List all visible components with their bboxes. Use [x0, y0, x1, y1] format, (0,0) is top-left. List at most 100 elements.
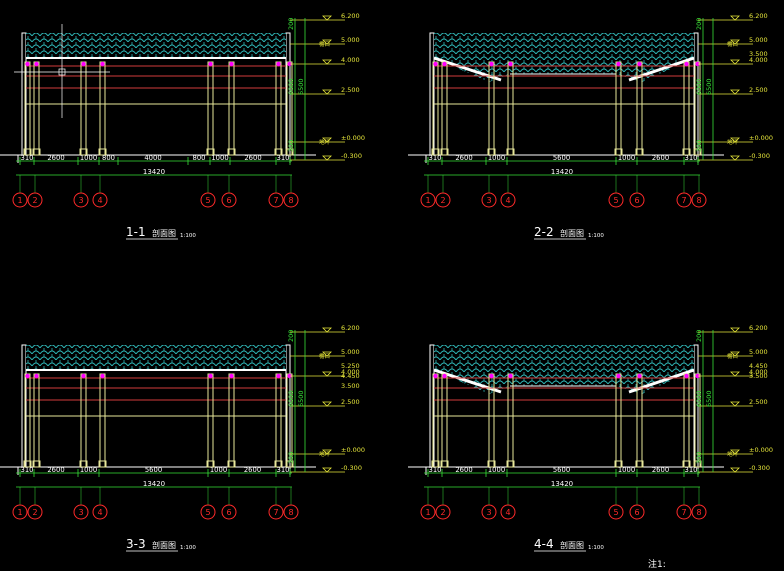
dim-label: 800	[193, 154, 206, 162]
grid-label: 6	[634, 508, 639, 517]
grid-label: 1	[17, 196, 22, 205]
section-title-number: 1-1	[126, 225, 146, 239]
level-label: ±0.000	[341, 134, 365, 142]
dim-label: 310	[21, 154, 34, 162]
total-dim-label: 13420	[143, 168, 165, 176]
level-triangle-icon	[730, 89, 740, 95]
vertical-dim-label: 6500	[297, 390, 305, 407]
section-title-number: 4-4	[534, 537, 554, 551]
dim-label: 2600	[455, 154, 472, 162]
dim-label: 1000	[80, 154, 97, 162]
vertical-dim-label: 200	[695, 18, 703, 30]
grid-label: 3	[486, 196, 491, 205]
level-note-eave: 檐口	[727, 40, 738, 48]
section-title-scale: 1:100	[180, 545, 196, 551]
vertical-dim-label: 200	[287, 18, 295, 30]
section-title-scale: 1:100	[588, 233, 604, 239]
section-title: 4-4 剖面图 1:100	[534, 537, 604, 552]
level-note-eave: 檐口	[319, 40, 330, 48]
column-joint	[508, 61, 513, 67]
grid-label: 3	[78, 196, 83, 205]
vertical-dim-label: 6000	[287, 78, 295, 95]
level-label: 6.200	[749, 12, 768, 20]
column-joint	[229, 373, 234, 379]
level-triangle-icon	[730, 467, 740, 473]
level-triangle-icon	[730, 59, 740, 65]
level-label: -0.300	[749, 152, 770, 160]
grid-label: 3	[486, 508, 491, 517]
column-joint	[616, 373, 621, 379]
section-title-number: 3-3	[126, 537, 146, 551]
dim-label: 4000	[144, 154, 161, 162]
grid-label: 8	[696, 196, 701, 205]
level-triangle-icon	[322, 401, 332, 407]
roof-tiles	[26, 33, 286, 58]
grid-label: 5	[205, 196, 210, 205]
level-triangle-icon	[730, 15, 740, 21]
section-title-text: 剖面图	[152, 540, 176, 550]
vertical-dim-label: 6000	[695, 390, 703, 407]
column-joint	[616, 61, 621, 67]
grid-label: 4	[97, 196, 102, 205]
level-triangle-icon	[322, 89, 332, 95]
level-triangle-icon	[730, 401, 740, 407]
drawing-canvas: 6.2005.0004.0002.500±0.000-0.300檐口地坪2006…	[0, 12, 773, 570]
section-title: 2-2 剖面图 1:100	[534, 225, 604, 240]
total-dim-label: 13420	[551, 480, 573, 488]
level-label: 5.000	[341, 36, 360, 44]
vertical-dim-label: 300	[287, 140, 295, 152]
column-joint	[684, 61, 689, 67]
grid-label: 8	[288, 508, 293, 517]
level-label: ±0.000	[749, 446, 773, 454]
vertical-dim-label: 300	[695, 452, 703, 464]
level-label: 2.500	[341, 398, 360, 406]
column-joint	[508, 373, 513, 379]
total-dim-label: 13420	[551, 168, 573, 176]
grid-label: 7	[273, 196, 278, 205]
section-s4: 6.2005.0004.0002.500±0.000-0.300檐口地坪4.45…	[408, 324, 773, 552]
section-title-number: 2-2	[534, 225, 554, 239]
level-label: 2.500	[749, 86, 768, 94]
section-title-text: 剖面图	[152, 228, 176, 238]
level-label: 5.000	[749, 36, 768, 44]
section-title-text: 剖面图	[560, 228, 584, 238]
grid-label: 2	[32, 196, 37, 205]
level-label: -0.300	[341, 152, 362, 160]
level-triangle-icon	[322, 59, 332, 65]
dim-label: 2600	[244, 466, 261, 474]
dim-label: 1000	[488, 466, 505, 474]
dim-label: 2600	[47, 154, 64, 162]
grid-label: 5	[613, 196, 618, 205]
level-triangle-icon	[730, 327, 740, 333]
level-triangle-icon	[322, 155, 332, 161]
vertical-dim-label: 200	[287, 330, 295, 342]
level-note-ground: 地坪	[727, 450, 739, 458]
column-joint	[208, 61, 213, 67]
column-joint	[433, 61, 438, 67]
vertical-dim-label: 200	[695, 330, 703, 342]
dim-label: 310	[21, 466, 34, 474]
column-joint	[100, 373, 105, 379]
section-s1: 6.200 5.000 4.000 2.500 ±0.000 -0.300 檐口地坪 200 6…	[0, 12, 365, 240]
vertical-dim-label: 6500	[297, 78, 305, 95]
extra-level-label: 5.250	[341, 362, 360, 370]
dim-label: 2600	[47, 466, 64, 474]
level-triangle-icon	[322, 467, 332, 473]
section-title-text: 剖面图	[560, 540, 584, 550]
section-title: 1-1 剖面图 1:100	[126, 225, 196, 240]
note-label: 注1:	[648, 558, 666, 570]
dim-label: 2600	[244, 154, 261, 162]
level-note-eave: 檐口	[727, 352, 738, 360]
grid-label: 4	[97, 508, 102, 517]
vertical-dim-label: 6000	[287, 390, 295, 407]
column-joint	[489, 373, 494, 379]
column-joint	[442, 373, 447, 379]
column-joint	[637, 373, 642, 379]
level-label: -0.300	[749, 464, 770, 472]
column-joint	[81, 61, 86, 67]
grid-label: 7	[273, 508, 278, 517]
section-s3: 6.2005.0004.0002.500±0.000-0.300檐口地坪5.25…	[0, 324, 365, 552]
level-label: ±0.000	[749, 134, 773, 142]
column-joint	[433, 373, 438, 379]
grid-label: 4	[505, 508, 510, 517]
